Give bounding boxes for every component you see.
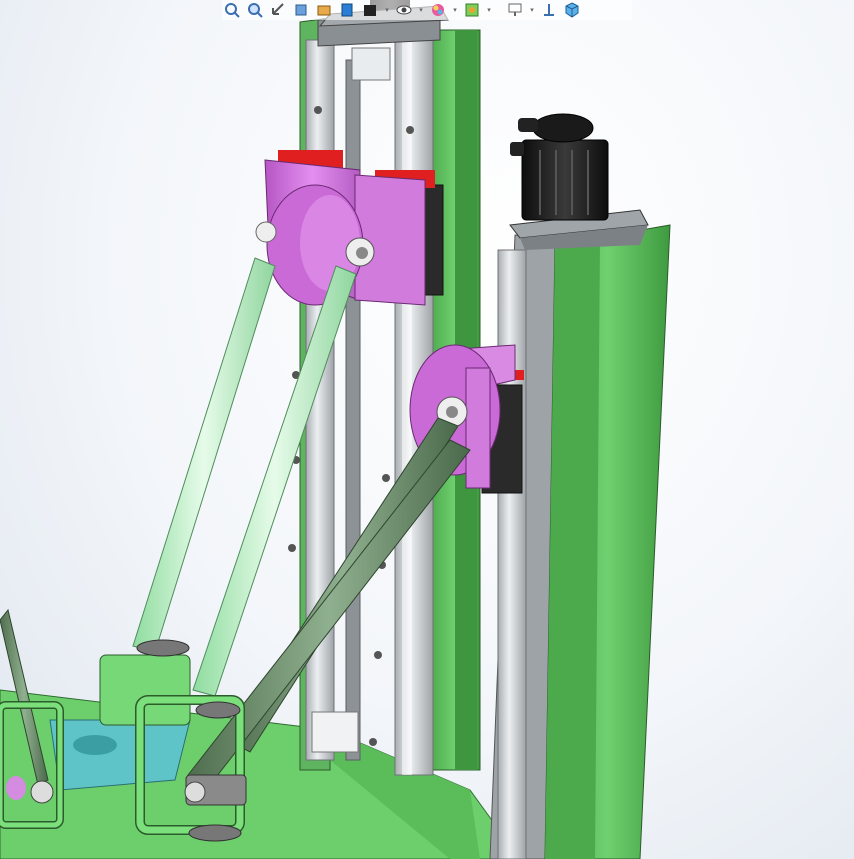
zoom-to-fit-icon[interactable] (222, 1, 242, 19)
delta-robot-3d-model[interactable] (0, 0, 854, 859)
dynamic-annotation-icon[interactable] (314, 1, 334, 19)
3d-view-cube-icon[interactable] (562, 1, 582, 19)
display-style-icon[interactable] (360, 1, 380, 19)
edit-appearance-icon[interactable] (428, 1, 448, 19)
right-column[interactable] (489, 209, 671, 859)
apply-scene-icon[interactable] (462, 1, 482, 19)
stepper-motor-right[interactable] (510, 113, 609, 221)
graphics-area[interactable]: ▾ ▾ ▾ ▾ ▾ (0, 0, 854, 859)
view-settings-icon[interactable] (505, 1, 525, 19)
edit-appearance-dropdown-icon[interactable]: ▾ (451, 6, 459, 14)
section-view-icon[interactable] (291, 1, 311, 19)
view-orientation-icon[interactable] (337, 1, 357, 19)
view-settings-dropdown-icon[interactable]: ▾ (528, 6, 536, 14)
previous-view-icon[interactable] (268, 1, 288, 19)
display-style-dropdown-icon[interactable]: ▾ (383, 6, 391, 14)
zoom-to-area-icon[interactable] (245, 1, 265, 19)
hide-show-items-icon[interactable] (394, 1, 414, 19)
heads-up-view-toolbar: ▾ ▾ ▾ ▾ ▾ (222, 0, 632, 20)
arm-light-1[interactable] (132, 257, 276, 653)
hide-show-dropdown-icon[interactable]: ▾ (417, 6, 425, 14)
apply-scene-dropdown-icon[interactable]: ▾ (485, 6, 493, 14)
rotate-view-icon[interactable] (539, 1, 559, 19)
